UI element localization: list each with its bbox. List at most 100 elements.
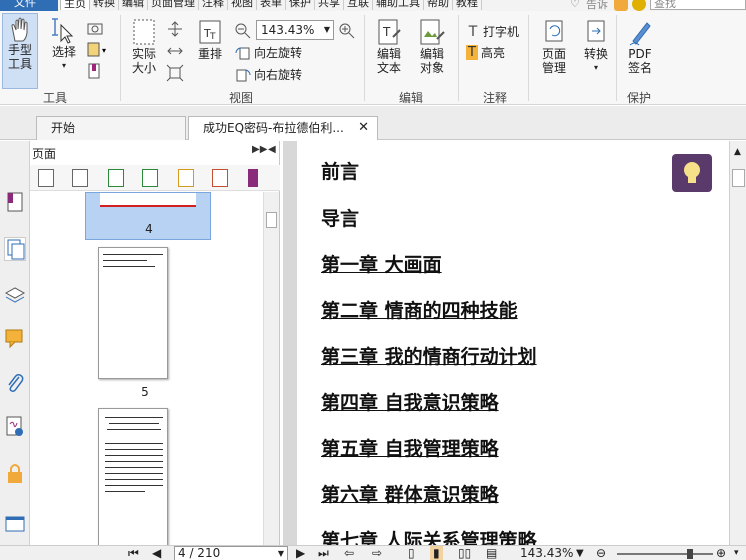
- thumbnails-scroll-thumb[interactable]: [266, 212, 277, 228]
- last-page-icon[interactable]: ⏭: [318, 546, 329, 560]
- bookmark-icon[interactable]: [86, 63, 104, 79]
- lock-icon[interactable]: [4, 461, 26, 485]
- bookmarks-icon[interactable]: [4, 191, 26, 215]
- toc-entry-preface[interactable]: 前言: [321, 157, 359, 184]
- tab-start[interactable]: 开始: [36, 116, 186, 140]
- convert-button[interactable]: 转换 ▾: [578, 17, 614, 75]
- menu-edit[interactable]: 编辑: [119, 0, 148, 10]
- extract-page-icon[interactable]: [142, 169, 158, 187]
- tell-me-label[interactable]: 告诉: [586, 0, 608, 11]
- reflow-button[interactable]: T T 重排: [192, 17, 228, 61]
- previous-page-icon[interactable]: ◀: [152, 546, 161, 560]
- next-view-icon[interactable]: ⇨: [372, 546, 382, 560]
- insert-page-icon[interactable]: [108, 169, 124, 187]
- first-page-icon[interactable]: ⏮: [128, 546, 139, 560]
- thumbnails-scrollbar[interactable]: [263, 192, 279, 545]
- toc-entry-chapter-4[interactable]: 第四章 自我意识策略: [321, 388, 499, 415]
- previous-view-icon[interactable]: ⇦: [344, 546, 354, 560]
- menu-convert[interactable]: 转换: [90, 0, 119, 10]
- page-management-button[interactable]: 页面 管理: [534, 17, 574, 75]
- menu-help[interactable]: 帮助: [424, 0, 453, 10]
- menu-protect[interactable]: 保护: [286, 0, 315, 10]
- typewriter-button[interactable]: Ｔ 打字机: [466, 21, 519, 41]
- zoom-dropdown-icon[interactable]: ▼: [324, 21, 330, 39]
- zoom-slider-knob[interactable]: [687, 549, 693, 559]
- page-dropdown-icon[interactable]: ▼: [278, 547, 284, 560]
- zoom-in-icon[interactable]: [338, 22, 356, 40]
- rotate-right-button[interactable]: 向右旋转: [234, 66, 302, 83]
- zoom-in-status-icon[interactable]: ⊕: [716, 546, 726, 560]
- shield-icon[interactable]: [614, 0, 628, 11]
- status-more-icon[interactable]: ▾: [734, 546, 739, 560]
- panel-arrow-icon[interactable]: ◀: [268, 144, 276, 155]
- delete-page-icon[interactable]: [212, 169, 228, 187]
- fit-visible-icon[interactable]: [166, 64, 184, 82]
- zoom-level-field[interactable]: 143.43% ▼: [256, 20, 334, 40]
- zoom-thumbnail-icon[interactable]: [38, 169, 54, 187]
- menu-page-management[interactable]: 页面管理: [148, 0, 199, 10]
- menu-view[interactable]: 视图: [228, 0, 257, 10]
- snapshot-icon[interactable]: [86, 21, 104, 35]
- single-page-icon[interactable]: ▯: [408, 546, 415, 560]
- pages-icon[interactable]: [4, 237, 26, 261]
- menu-home[interactable]: 主页: [60, 0, 90, 10]
- attachment-icon[interactable]: [4, 371, 26, 395]
- layers-icon[interactable]: [4, 283, 26, 307]
- page-number-field[interactable]: 4 / 210 ▼: [174, 546, 288, 560]
- rating-icon[interactable]: [632, 0, 646, 11]
- toc-entry-chapter-5[interactable]: 第五章 自我管理策略: [321, 434, 499, 461]
- menu-tutorial[interactable]: 教程: [453, 0, 482, 10]
- actual-size-button[interactable]: 实际 大小: [126, 17, 162, 75]
- highlight-button[interactable]: T 高亮: [466, 44, 505, 61]
- document-scroll-thumb[interactable]: [732, 169, 745, 187]
- pdf-sign-button[interactable]: PDF 签名: [622, 17, 658, 75]
- next-page-icon[interactable]: ▶: [296, 546, 305, 560]
- fit-page-icon[interactable]: [166, 20, 184, 38]
- edit-text-button[interactable]: T 编辑 文本: [370, 17, 408, 75]
- menu-form[interactable]: 表单: [257, 0, 286, 10]
- toc-entry-chapter-7[interactable]: 第七章 人际关系管理策略: [321, 526, 537, 545]
- search-input[interactable]: 查找: [650, 0, 746, 10]
- zoom-status-dropdown-icon[interactable]: ▼: [576, 546, 584, 560]
- fit-width-icon[interactable]: [166, 42, 184, 60]
- toc-entry-chapter-3[interactable]: 第三章 我的情商行动计划: [321, 342, 537, 369]
- facing-pages-icon[interactable]: ▯▯: [458, 546, 471, 560]
- hand-tool[interactable]: 手型 工具: [2, 17, 38, 71]
- toc-entry-introduction[interactable]: 导言: [321, 204, 359, 231]
- thumbnail-page-4-selected[interactable]: 4: [85, 192, 211, 240]
- menu-comment[interactable]: 注释: [199, 0, 228, 10]
- convert-dropdown-icon[interactable]: ▾: [578, 61, 614, 75]
- clipboard-icon[interactable]: ▾: [86, 41, 110, 57]
- toc-entry-chapter-6[interactable]: 第六章 群体意识策略: [321, 480, 499, 507]
- close-icon[interactable]: ✕: [358, 117, 369, 139]
- lightbulb-icon[interactable]: ♡: [570, 0, 582, 11]
- rotate-left-button[interactable]: 向左旋转: [234, 44, 302, 61]
- page-properties-icon[interactable]: [248, 169, 258, 187]
- rotate-page-icon[interactable]: [178, 169, 194, 187]
- comments-icon[interactable]: [4, 327, 26, 351]
- tips-button[interactable]: [672, 154, 712, 192]
- toc-entry-chapter-2[interactable]: 第二章 情商的四种技能: [321, 296, 518, 323]
- menu-share[interactable]: 共享: [315, 0, 344, 10]
- menu-connect[interactable]: 互联: [344, 0, 373, 10]
- menu-accessibility[interactable]: 辅助工具: [373, 0, 424, 10]
- signature-icon[interactable]: [4, 415, 26, 439]
- thumbnail-page-6[interactable]: [98, 408, 168, 545]
- tab-document[interactable]: 成功EQ密码-布拉德伯利... ✕: [188, 116, 378, 140]
- shrink-thumbnail-icon[interactable]: [72, 169, 88, 187]
- scroll-up-icon[interactable]: ▲: [734, 147, 741, 157]
- toc-entry-chapter-1[interactable]: 第一章 大画面: [321, 250, 442, 277]
- zoom-out-icon[interactable]: [234, 22, 252, 40]
- form-fields-icon[interactable]: [4, 513, 26, 537]
- thumbnail-page-5[interactable]: [98, 247, 168, 379]
- continuous-page-icon[interactable]: ▮: [430, 546, 443, 560]
- select-dropdown-icon[interactable]: ▾: [46, 59, 82, 73]
- collapse-panel-icon[interactable]: ▶▶: [252, 144, 267, 155]
- continuous-facing-icon[interactable]: ▤: [486, 546, 497, 560]
- edit-object-button[interactable]: 编辑 对象: [412, 17, 452, 75]
- zoom-slider[interactable]: [617, 549, 713, 559]
- document-scrollbar[interactable]: ▲: [729, 141, 746, 545]
- select-tool[interactable]: 选择 ▾: [46, 17, 82, 73]
- menu-file[interactable]: 文件: [0, 0, 58, 11]
- zoom-out-status-icon[interactable]: ⊖: [596, 546, 606, 560]
